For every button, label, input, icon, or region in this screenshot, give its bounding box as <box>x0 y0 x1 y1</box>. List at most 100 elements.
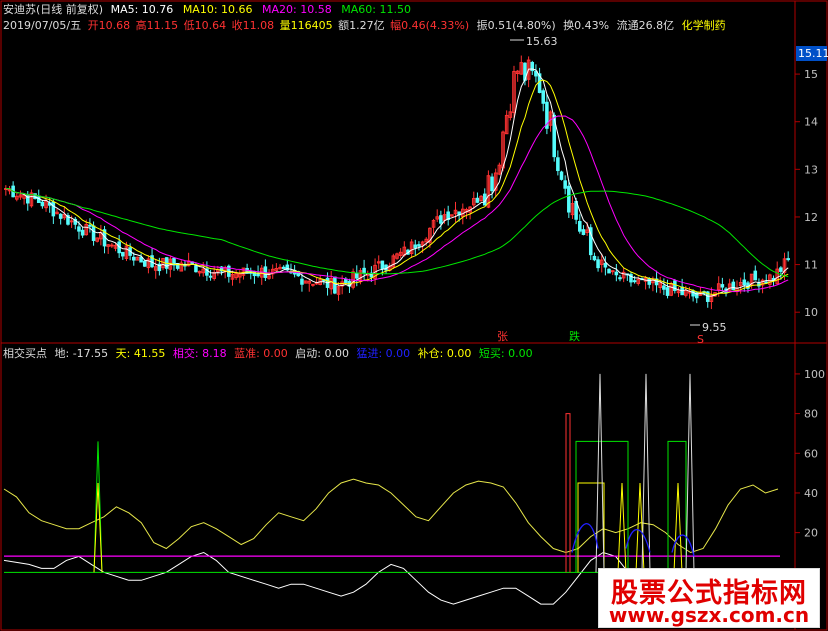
candle <box>578 214 582 234</box>
candle <box>621 267 626 283</box>
candle-body <box>88 224 92 227</box>
candle-body <box>731 281 736 291</box>
price-axis-ticks: 10 11 12 13 14 15 <box>795 68 818 319</box>
mengjin-label: 猛进: 0.00 <box>356 347 410 360</box>
candle <box>234 270 238 281</box>
candle-body <box>40 201 45 207</box>
xiangjiao-label: 相交: 8.18 <box>173 346 227 360</box>
candle <box>468 206 472 220</box>
candle <box>7 185 12 195</box>
candle <box>435 209 439 223</box>
candle-body <box>417 244 421 247</box>
indicator-tick-label: 100 <box>804 368 825 381</box>
candle-body <box>567 185 571 213</box>
high-label: 高11.15 <box>136 18 179 32</box>
candle <box>475 192 480 204</box>
candle-body <box>139 256 143 263</box>
ma5-line <box>5 68 789 297</box>
ma60-label: MA60: 11.50 <box>341 3 411 16</box>
candle <box>545 93 549 135</box>
indicator-tick-label: 60 <box>804 447 818 460</box>
candle <box>11 181 15 198</box>
candle <box>556 150 560 176</box>
lanzhun-label: 蓝准: 0.00 <box>234 347 288 360</box>
candle-body <box>592 255 597 261</box>
candle-body <box>333 276 337 294</box>
candle-body <box>490 176 494 192</box>
watermark-url: www.gszx.com.cn <box>608 603 810 627</box>
price-tick-label: 15 <box>804 68 818 81</box>
moving-averages <box>5 68 789 297</box>
price-tick-label: 14 <box>804 116 818 129</box>
candle <box>88 218 92 233</box>
candle <box>344 277 348 285</box>
candle <box>431 218 436 234</box>
candle <box>764 274 769 284</box>
candle <box>629 272 633 287</box>
candle-body <box>208 275 213 278</box>
svg-text:安迪苏(日线 前复权) MA5: 10.76: 安迪苏(日线 前复权) MA5: 10.76 MA10: 10.66 MA20:… <box>3 2 411 16</box>
candle <box>749 273 754 289</box>
candle <box>15 192 19 202</box>
price-tick-label: 11 <box>804 259 818 272</box>
peak-annotation: 15.63 <box>526 35 558 48</box>
candle <box>450 214 454 217</box>
candle <box>311 283 315 287</box>
candle <box>314 277 319 285</box>
candle-body <box>610 270 615 273</box>
candle-body <box>142 260 147 267</box>
candle <box>274 263 279 272</box>
candle <box>121 251 125 260</box>
candle <box>508 103 513 121</box>
candle <box>409 239 414 258</box>
candle <box>753 265 758 281</box>
indicator-tick-label: 20 <box>804 527 818 540</box>
candle-body <box>110 244 114 247</box>
candle <box>263 259 268 282</box>
candle <box>40 199 45 209</box>
candle-body <box>779 267 783 272</box>
price-tick-label: 10 <box>804 306 818 319</box>
candle <box>281 265 286 269</box>
signal-bar <box>565 413 571 573</box>
candle-body <box>362 267 366 274</box>
candle <box>530 60 535 75</box>
candle <box>614 264 619 282</box>
stock-title: 安迪苏(日线 前复权) <box>3 2 103 16</box>
candle-body <box>603 262 608 268</box>
ma5-label: MA5: 10.76 <box>111 3 174 16</box>
candle-body <box>614 271 619 276</box>
candle-body <box>51 201 56 217</box>
ma10-label: MA10: 10.66 <box>183 3 253 16</box>
candle <box>95 237 100 243</box>
candle <box>318 275 323 286</box>
candle-body <box>355 272 359 279</box>
candle-body <box>632 280 637 283</box>
open-label: 开10.68 <box>88 19 131 32</box>
close-label: 收11.08 <box>232 18 275 32</box>
candle-body <box>80 229 85 236</box>
candle <box>4 185 8 196</box>
change-label: 幅0.46(4.33%) <box>390 19 469 32</box>
candle <box>417 241 421 251</box>
candle-body <box>578 221 582 232</box>
candle <box>596 256 600 272</box>
candle <box>227 264 231 283</box>
candle <box>698 287 703 296</box>
candle <box>99 224 103 246</box>
candle <box>534 64 538 83</box>
candle <box>285 259 290 273</box>
candle <box>270 264 275 279</box>
marker-zhang: 张 <box>497 330 508 343</box>
candle <box>398 248 403 259</box>
candle-body <box>77 226 81 232</box>
candle <box>731 279 736 291</box>
tian-label: 天: 41.55 <box>116 347 166 360</box>
candle-body <box>413 244 418 249</box>
candle-body <box>556 157 560 172</box>
candle <box>248 267 253 280</box>
candle <box>662 278 666 296</box>
candlesticks <box>4 55 790 310</box>
candle <box>559 170 564 181</box>
indicator-tick-label: 80 <box>804 408 818 421</box>
